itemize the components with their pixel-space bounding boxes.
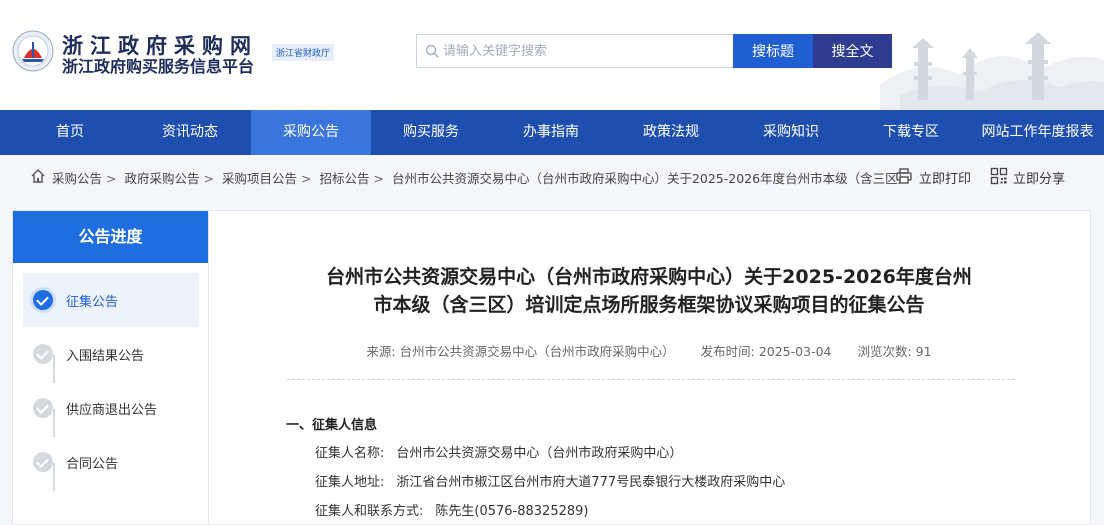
article-title-line: 台州市公共资源交易中心（台州市政府采购中心）关于2025-2026年度台州 bbox=[326, 266, 972, 288]
search-box bbox=[416, 34, 734, 68]
notice-article: 台州市公共资源交易中心（台州市政府采购中心）关于2025-2026年度台州 市本… bbox=[209, 210, 1091, 525]
source-value: 台州市公共资源交易中心（台州市政府采购中心） bbox=[399, 344, 675, 359]
info-row-contact: 征集人和联系方式: 陈先生(0576-88325289) bbox=[315, 500, 588, 519]
breadcrumb-item[interactable]: 招标公告 bbox=[319, 171, 369, 186]
progress-step-solicitation[interactable]: 征集公告 bbox=[23, 273, 199, 327]
date-label: 发布时间: bbox=[700, 344, 755, 359]
article-meta: 来源: 台州市公共资源交易中心（台州市政府采购中心） 发布时间: 2025-03… bbox=[209, 341, 1089, 360]
nav-item-policies[interactable]: 政策法规 bbox=[611, 110, 731, 155]
article-title: 台州市公共资源交易中心（台州市政府采购中心）关于2025-2026年度台州 市本… bbox=[269, 263, 1029, 319]
nav-item-purchase-services[interactable]: 购买服务 bbox=[371, 110, 491, 155]
progress-step-label: 合同公告 bbox=[66, 457, 119, 472]
progress-step-contract[interactable]: 合同公告 bbox=[23, 435, 199, 489]
views-value: 91 bbox=[915, 344, 932, 359]
site-logo-icon[interactable] bbox=[12, 30, 54, 72]
progress-step-label: 入围结果公告 bbox=[66, 349, 145, 364]
breadcrumb-item[interactable]: 采购公告 bbox=[52, 171, 102, 186]
main-nav: 首页 资讯动态 采购公告 购买服务 办事指南 政策法规 采购知识 下载专区 网站… bbox=[0, 110, 1104, 155]
site-header: 浙江政府采购网 浙江政府购买服务信息平台 浙江省财政厅 搜标题 搜全文 bbox=[0, 0, 1104, 110]
qr-share-icon[interactable] bbox=[990, 167, 1008, 185]
article-title-line: 市本级（含三区）培训定点场所服务框架协议采购项目的征集公告 bbox=[373, 294, 925, 316]
check-circle-icon bbox=[33, 452, 53, 472]
info-key: 征集人和联系方式: bbox=[315, 504, 424, 519]
info-value: 陈先生(0576-88325289) bbox=[435, 504, 589, 519]
nav-item-procurement-notices[interactable]: 采购公告 bbox=[251, 110, 371, 155]
nav-item-news[interactable]: 资讯动态 bbox=[130, 110, 250, 155]
nav-item-downloads[interactable]: 下载专区 bbox=[851, 110, 971, 155]
breadcrumb-current: 台州市公共资源交易中心（台州市政府采购中心）关于2025-2026年度台州市本级… bbox=[391, 171, 911, 186]
nav-item-knowledge[interactable]: 采购知识 bbox=[731, 110, 851, 155]
views-label: 浏览次数: bbox=[857, 344, 912, 359]
progress-step-shortlist-result[interactable]: 入围结果公告 bbox=[23, 327, 199, 381]
section-heading: 一、征集人信息 bbox=[286, 418, 378, 433]
print-button[interactable]: 立即打印 bbox=[919, 168, 971, 187]
info-value: 台州市公共资源交易中心（台州市政府采购中心） bbox=[396, 446, 683, 461]
breadcrumb-separator: > bbox=[106, 171, 117, 186]
search-input[interactable] bbox=[443, 35, 731, 67]
source-label: 来源: bbox=[366, 344, 396, 359]
home-icon[interactable] bbox=[30, 168, 46, 184]
check-circle-icon bbox=[33, 344, 53, 364]
site-subtitle: 浙江政府购买服务信息平台 bbox=[62, 57, 255, 76]
breadcrumb-separator: > bbox=[300, 171, 312, 186]
breadcrumb-separator: > bbox=[203, 171, 214, 186]
info-row-address: 征集人地址: 浙江省台州市椒江区台州市府大道777号民泰银行大楼政府采购中心 bbox=[315, 471, 785, 490]
progress-step-label: 征集公告 bbox=[66, 295, 119, 310]
sidebar-title: 公告进度 bbox=[13, 211, 208, 263]
info-key: 征集人名称: bbox=[315, 446, 385, 461]
breadcrumb-item[interactable]: 采购项目公告 bbox=[222, 171, 297, 186]
nav-item-guide[interactable]: 办事指南 bbox=[491, 110, 611, 155]
breadcrumb-item[interactable]: 政府采购公告 bbox=[124, 171, 199, 186]
progress-step-label: 供应商退出公告 bbox=[66, 403, 158, 418]
progress-step-supplier-withdrawal[interactable]: 供应商退出公告 bbox=[23, 381, 199, 435]
check-circle-icon bbox=[33, 290, 53, 310]
check-circle-icon bbox=[33, 398, 53, 418]
breadcrumb: 采购公告 > 政府采购公告 > 采购项目公告 > 招标公告 > 台州市公共资源交易中心（… bbox=[0, 155, 1104, 197]
date-value: 2025-03-04 bbox=[758, 344, 832, 359]
pagoda-decoration-icon bbox=[880, 32, 1104, 110]
info-value: 浙江省台州市椒江区台州市府大道777号民泰银行大楼政府采购中心 bbox=[396, 475, 786, 490]
meta-divider bbox=[287, 379, 1015, 380]
search-title-button[interactable]: 搜标题 bbox=[733, 34, 813, 68]
info-key: 征集人地址: bbox=[315, 475, 385, 490]
breadcrumb-separator: > bbox=[373, 171, 384, 186]
nav-item-annual-report[interactable]: 网站工作年度报表 bbox=[971, 110, 1104, 155]
search-icon bbox=[425, 44, 439, 58]
dept-badge: 浙江省财政厅 bbox=[272, 44, 335, 61]
breadcrumb-trail: 采购公告 > 政府采购公告 > 采购项目公告 > 招标公告 > 台州市公共资源交易中心（… bbox=[52, 168, 910, 187]
nav-item-home[interactable]: 首页 bbox=[10, 110, 130, 155]
notice-progress-sidebar: 公告进度 征集公告 入围结果公告 供应商退出公告 合同公告 bbox=[12, 210, 209, 525]
share-button[interactable]: 立即分享 bbox=[1013, 168, 1065, 187]
printer-icon[interactable] bbox=[895, 167, 913, 185]
info-row-name: 征集人名称: 台州市公共资源交易中心（台州市政府采购中心） bbox=[315, 442, 682, 461]
